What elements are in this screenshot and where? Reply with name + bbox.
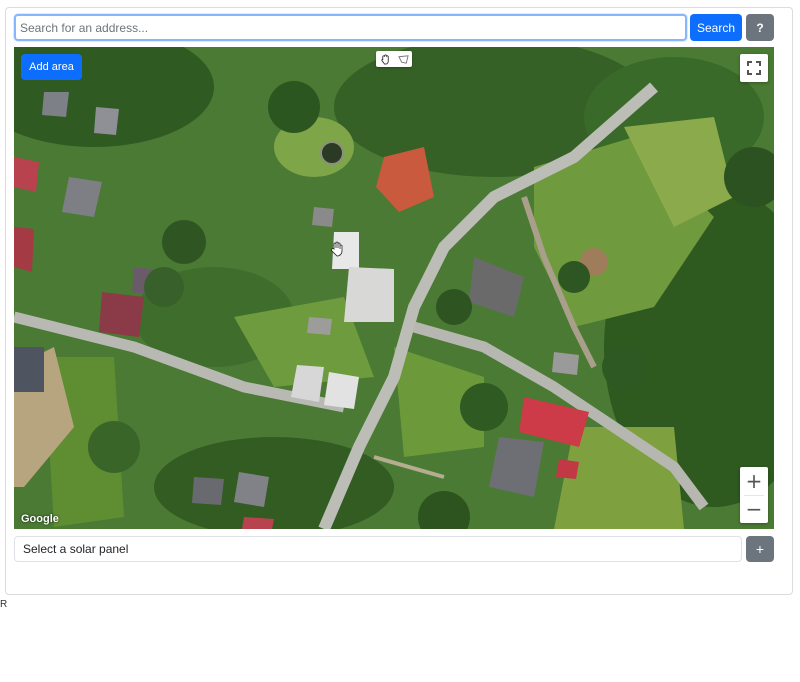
solar-panel-row: Select a solar panel +: [14, 536, 774, 562]
add-panel-button[interactable]: +: [746, 536, 774, 562]
polygon-icon[interactable]: [394, 51, 412, 67]
zoom-in-button[interactable]: +: [740, 467, 768, 495]
zoom-divider: [744, 495, 764, 496]
solar-panel-select-label: Select a solar panel: [23, 542, 129, 556]
help-button[interactable]: ?: [746, 14, 774, 41]
footer-text: R: [0, 599, 8, 610]
search-button[interactable]: Search: [690, 14, 742, 41]
zoom-control: + −: [740, 467, 768, 523]
satellite-map[interactable]: Add area + − Google: [14, 47, 774, 529]
zoom-out-button[interactable]: −: [740, 495, 768, 523]
add-area-button[interactable]: Add area: [21, 54, 82, 80]
google-attribution: Google: [21, 513, 59, 525]
solar-panel-select[interactable]: Select a solar panel: [14, 536, 742, 562]
drawing-toolbar: [376, 51, 412, 67]
fullscreen-icon: [747, 61, 761, 75]
hand-icon[interactable]: [376, 51, 394, 67]
satellite-imagery: [14, 47, 774, 529]
search-bar: Search ?: [14, 14, 774, 41]
hand-cursor-icon: [330, 241, 344, 262]
address-search-input[interactable]: [14, 14, 687, 41]
fullscreen-button[interactable]: [740, 54, 768, 82]
